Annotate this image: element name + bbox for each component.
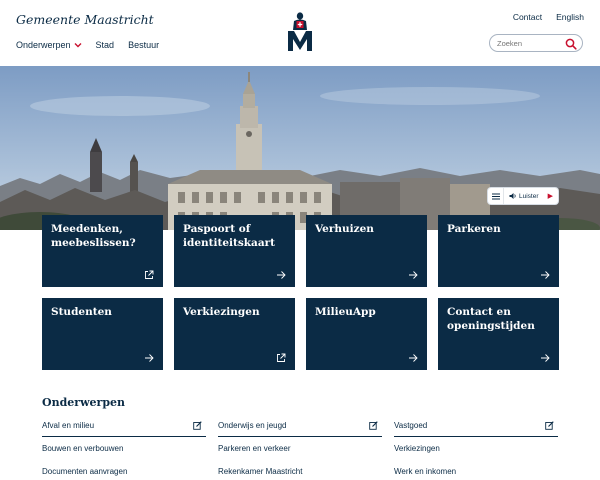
listen-label[interactable]: Luister <box>519 193 539 200</box>
tile-verkiezingen[interactable]: Verkiezingen <box>174 298 295 370</box>
tile-paspoort[interactable]: Paspoort of identiteitskaart <box>174 215 295 287</box>
nav-item-label: Stad <box>95 40 115 50</box>
nav-item-label: Bestuur <box>128 40 160 50</box>
tile-verhuizen[interactable]: Verhuizen <box>306 215 427 287</box>
topic-link[interactable]: Parkeren en verkeer <box>218 444 290 453</box>
edit-link-icon <box>369 421 378 430</box>
contact-link[interactable]: Contact <box>513 12 542 22</box>
topic-divider <box>218 436 382 437</box>
brand-name[interactable]: Gemeente Maastricht <box>16 12 154 27</box>
topic-link[interactable]: Vastgoed <box>394 421 427 430</box>
arrow-right-icon <box>277 271 286 279</box>
nav-item-stad[interactable]: Stad <box>96 40 115 50</box>
topic-link[interactable]: Afval en milieu <box>42 421 94 430</box>
nav-item-onderwerpen[interactable]: Onderwerpen <box>16 40 82 50</box>
hero-image <box>0 66 600 230</box>
tile-title: Studenten <box>51 306 112 318</box>
tile-title: Parkeren <box>447 223 501 235</box>
search-box <box>489 34 583 52</box>
arrow-right-icon <box>409 271 418 279</box>
arrow-right-icon <box>541 354 550 362</box>
topic-link[interactable]: Werk en inkomen <box>394 467 456 476</box>
tile-meedenken[interactable]: Meedenken, meebeslissen? <box>42 215 163 287</box>
topic-divider <box>42 436 206 437</box>
topic-link[interactable]: Documenten aanvragen <box>42 467 127 476</box>
tile-title: Verhuizen <box>315 223 374 235</box>
site-header: Gemeente Maastricht Onderwerpen Stad Bes… <box>0 0 600 66</box>
tile-parkeren[interactable]: Parkeren <box>438 215 559 287</box>
play-icon[interactable]: ▶ <box>548 192 553 200</box>
tile-title: Contact en openingstijden <box>447 306 535 332</box>
topic-divider <box>394 436 558 437</box>
chevron-down-icon <box>74 41 82 50</box>
utility-links: Contact English <box>513 12 584 22</box>
topics-heading: Onderwerpen <box>42 396 126 409</box>
topic-link[interactable]: Verkiezingen <box>394 444 440 453</box>
external-link-icon <box>277 353 286 362</box>
tile-title: Verkiezingen <box>183 306 260 318</box>
menu-icon[interactable] <box>488 188 504 204</box>
municipality-logo[interactable] <box>284 11 316 53</box>
topic-link[interactable]: Rekenkamer Maastricht <box>218 467 302 476</box>
search-input[interactable] <box>497 37 565 50</box>
speaker-icon <box>509 193 516 199</box>
arrow-right-icon <box>409 354 418 362</box>
tile-contact[interactable]: Contact en openingstijden <box>438 298 559 370</box>
external-link-icon <box>145 270 154 279</box>
tile-title: Paspoort of identiteitskaart <box>183 223 276 249</box>
main-nav: Onderwerpen Stad Bestuur <box>16 40 159 50</box>
nav-item-bestuur[interactable]: Bestuur <box>128 40 159 50</box>
tile-studenten[interactable]: Studenten <box>42 298 163 370</box>
read-aloud-widget: Luister ▶ <box>488 188 558 204</box>
tile-title: MilieuApp <box>315 306 376 318</box>
arrow-right-icon <box>541 271 550 279</box>
city-skyline-image <box>0 66 600 230</box>
edit-link-icon <box>193 421 202 430</box>
search-icon[interactable] <box>565 38 577 50</box>
topic-link[interactable]: Bouwen en verbouwen <box>42 444 123 453</box>
nav-item-label: Onderwerpen <box>16 40 71 50</box>
tile-milieuapp[interactable]: MilieuApp <box>306 298 427 370</box>
tile-title: Meedenken, meebeslissen? <box>51 223 136 249</box>
arrow-right-icon <box>145 354 154 362</box>
edit-link-icon <box>545 421 554 430</box>
english-link[interactable]: English <box>556 12 584 22</box>
topic-link[interactable]: Onderwijs en jeugd <box>218 421 286 430</box>
